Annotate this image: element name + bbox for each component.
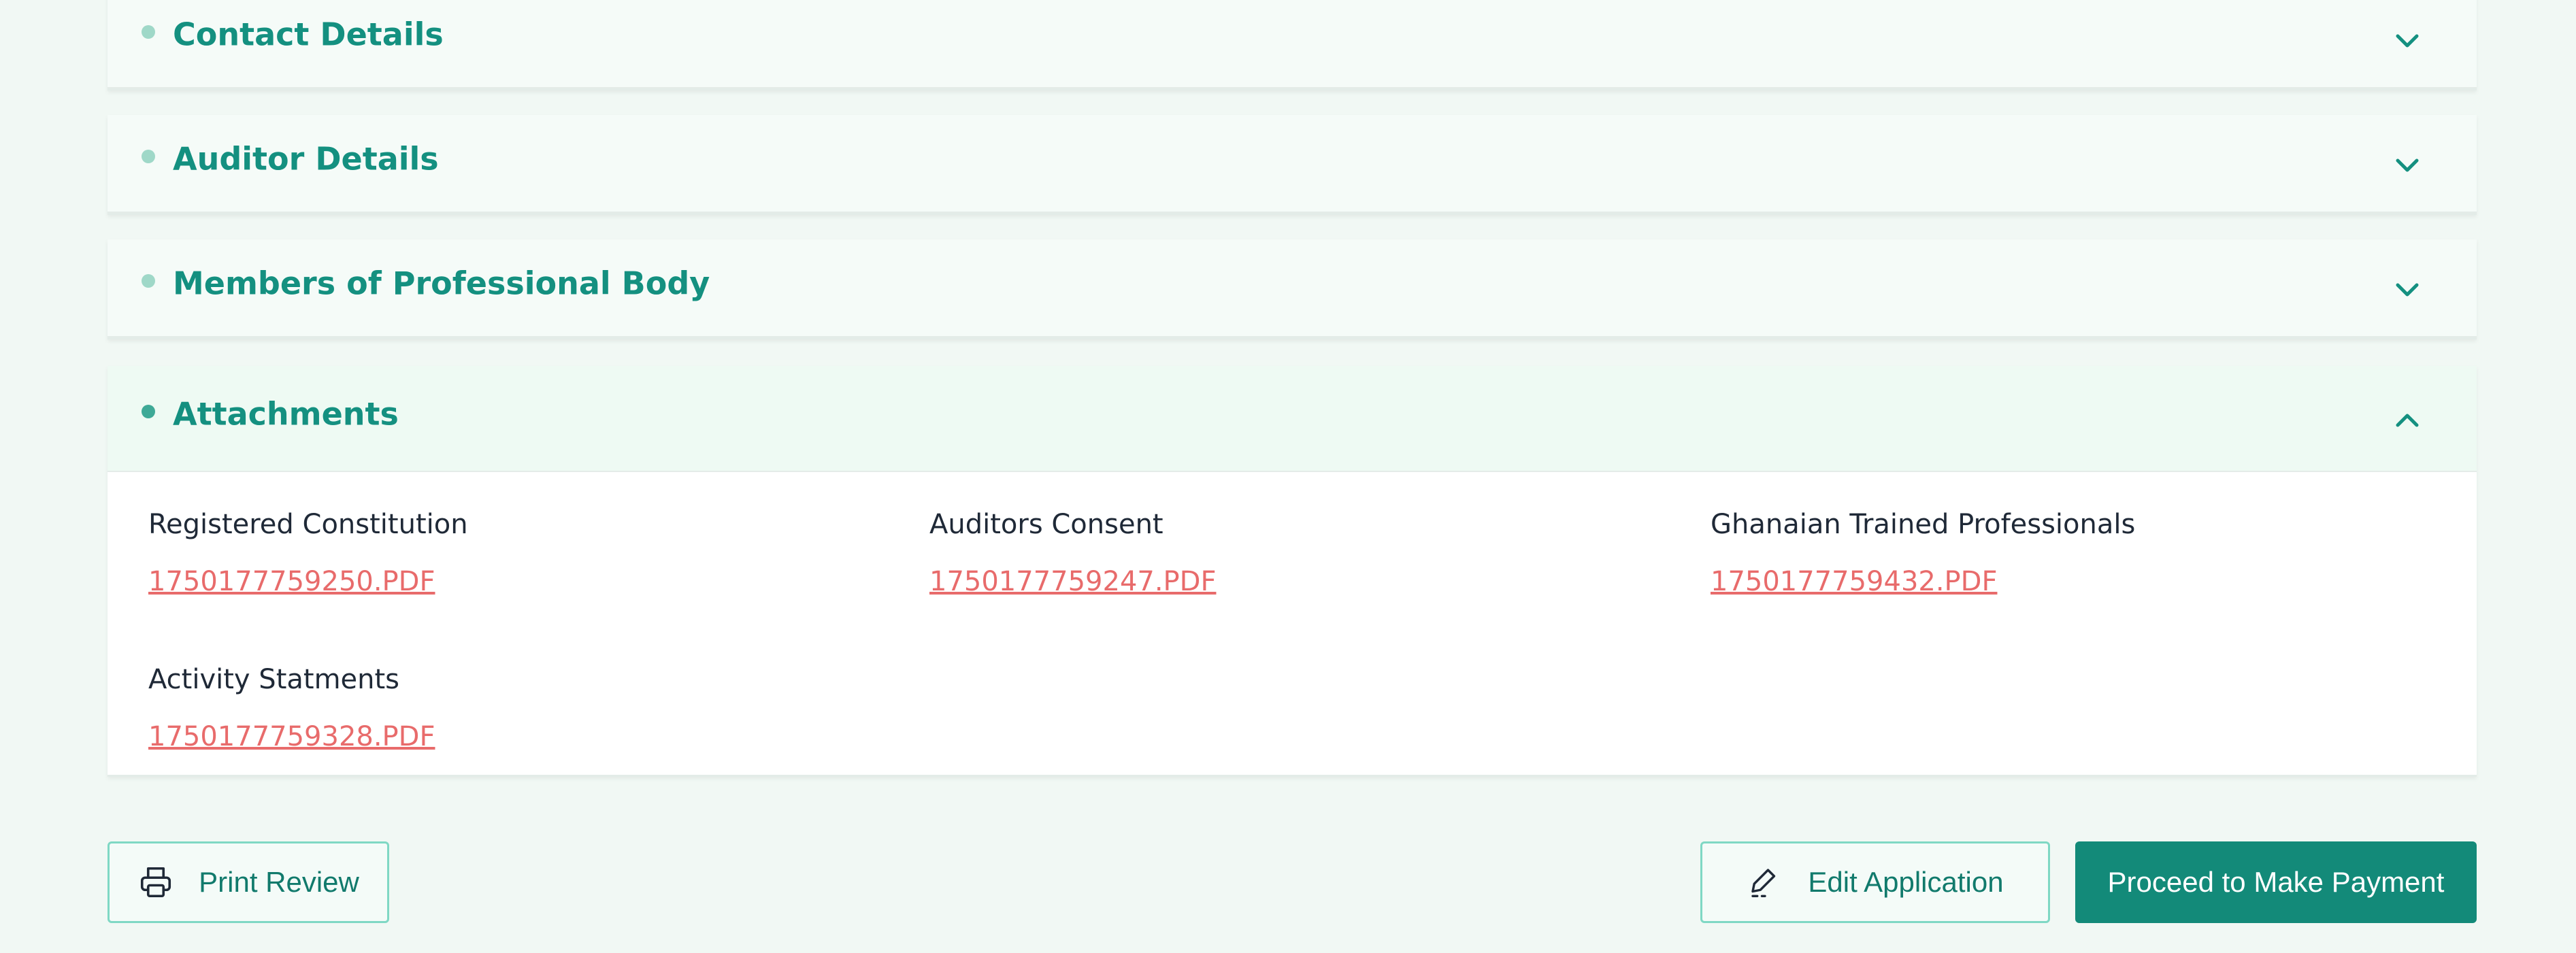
bullet-icon [142, 25, 155, 39]
print-review-button[interactable]: Print Review [108, 841, 389, 923]
chevron-up-icon[interactable] [2392, 410, 2422, 431]
attachment-link[interactable]: 1750177759247.PDF [929, 566, 1216, 597]
pencil-icon [1751, 869, 1776, 897]
attachment-link[interactable]: 1750177759432.PDF [1711, 566, 1997, 597]
section-header-attachments[interactable]: Attachments [108, 366, 2477, 472]
bullet-icon [142, 405, 155, 418]
section-header-auditor-details[interactable]: Auditor Details [108, 115, 2477, 213]
section-members-professional-body: Members of Professional Body [108, 239, 2477, 339]
printer-icon [141, 867, 171, 898]
attachment-label: Registered Constitution [148, 509, 468, 540]
bullet-icon [142, 150, 155, 163]
section-title: Contact Details [173, 16, 444, 53]
edit-application-label: Edit Application [1808, 866, 2004, 898]
edit-application-button[interactable]: Edit Application [1700, 841, 2050, 923]
section-title: Attachments [173, 395, 399, 433]
section-title: Members of Professional Body [173, 265, 710, 302]
attachment-label: Ghanaian Trained Professionals [1711, 509, 2136, 540]
attachment-item: Registered Constitution 1750177759250.PD… [148, 509, 468, 597]
bullet-icon [142, 274, 155, 288]
attachment-item: Activity Statments 1750177759328.PDF [148, 664, 435, 752]
section-title: Auditor Details [173, 140, 439, 178]
proceed-to-payment-button[interactable]: Proceed to Make Payment [2075, 841, 2477, 923]
section-attachments: Attachments Registered Constitution 1750… [108, 366, 2477, 777]
attachments-grid: Registered Constitution 1750177759250.PD… [108, 472, 2477, 775]
attachment-label: Auditors Consent [929, 509, 1163, 540]
attachment-item: Ghanaian Trained Professionals 175017775… [1711, 509, 2135, 597]
attachment-item: Auditors Consent 1750177759247.PDF [929, 509, 1216, 597]
section-auditor-details: Auditor Details [108, 115, 2477, 215]
section-header-members-professional-body[interactable]: Members of Professional Body [108, 239, 2477, 337]
chevron-down-icon[interactable] [2392, 155, 2422, 175]
section-header-contact-details[interactable]: Contact Details [108, 0, 2477, 88]
proceed-to-payment-label: Proceed to Make Payment [2107, 866, 2445, 898]
attachment-link[interactable]: 1750177759250.PDF [148, 566, 435, 597]
attachment-label: Activity Statments [148, 664, 400, 695]
chevron-down-icon[interactable] [2392, 31, 2422, 51]
chevron-down-icon[interactable] [2392, 280, 2422, 300]
section-contact-details: Contact Details [108, 0, 2477, 90]
print-review-label: Print Review [199, 866, 359, 898]
attachment-link[interactable]: 1750177759328.PDF [148, 721, 435, 752]
